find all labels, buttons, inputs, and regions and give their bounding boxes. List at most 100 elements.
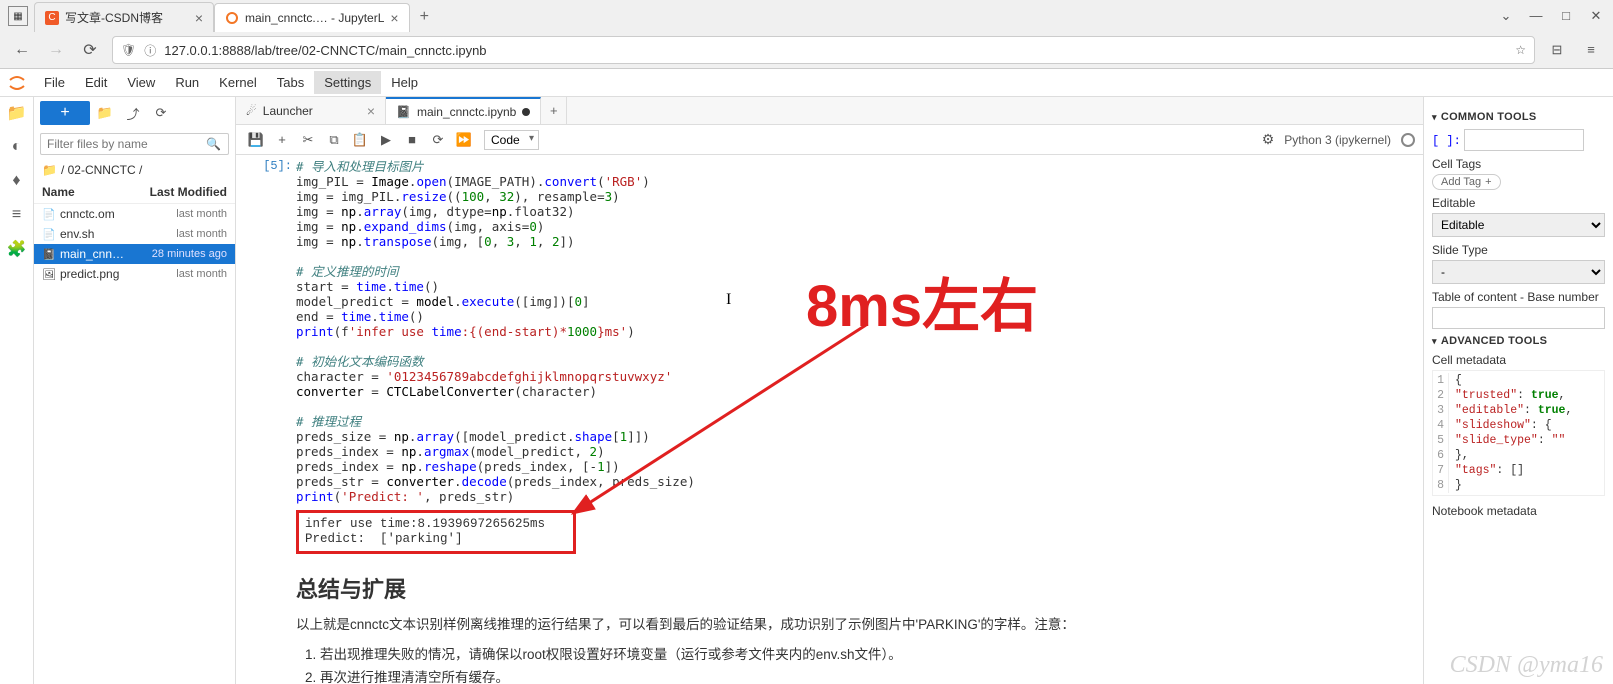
- tab-launcher[interactable]: ☄ Launcher ×: [236, 97, 386, 124]
- add-tag-button[interactable]: Add Tag +: [1432, 174, 1501, 190]
- dirty-indicator-icon: [522, 108, 530, 116]
- shield-icon: 🛡: [121, 43, 136, 57]
- extensions-icon[interactable]: 🧩: [7, 239, 27, 259]
- file-name: main_cnn…: [60, 247, 148, 261]
- copy-icon[interactable]: ⧉: [322, 128, 346, 152]
- file-modified: last month: [176, 268, 227, 280]
- notebook-icon: 📓: [396, 105, 411, 119]
- window-close-icon[interactable]: ✕: [1587, 8, 1605, 24]
- cell-slot-icon: [ ]:: [1432, 134, 1461, 148]
- paste-icon[interactable]: 📋: [348, 128, 372, 152]
- cell-type-select[interactable]: Code: [484, 130, 539, 150]
- add-cell-icon[interactable]: +: [270, 128, 294, 152]
- notebook-toolbar: 💾 + ✂ ⧉ 📋 ▶ ■ ⟳ ⏩ Code ⚙ Python 3 (ipyke…: [236, 125, 1423, 155]
- cut-icon[interactable]: ✂: [296, 128, 320, 152]
- git-icon[interactable]: ♦: [7, 171, 27, 191]
- stop-icon[interactable]: ■: [400, 128, 424, 152]
- menu-kernel[interactable]: Kernel: [209, 71, 267, 94]
- window-min-icon[interactable]: —: [1527, 8, 1545, 24]
- file-filter: 🔍: [34, 129, 235, 159]
- editable-select[interactable]: Editable: [1432, 213, 1605, 237]
- col-name[interactable]: Name: [42, 185, 150, 199]
- code-cell[interactable]: [5]: # 导入和处理目标图片 img_PIL = Image.open(IM…: [296, 159, 1343, 554]
- file-row[interactable]: 📓 main_cnn… 28 minutes ago: [34, 244, 235, 264]
- file-row[interactable]: 📄 cnnctc.om last month: [34, 204, 235, 224]
- menu-icon[interactable]: ≡: [1579, 42, 1603, 58]
- file-name: cnnctc.om: [60, 207, 172, 221]
- browser-tab-csdn[interactable]: C 写文章-CSDN博客 ×: [34, 2, 214, 32]
- advanced-tools-header[interactable]: ADVANCED TOOLS: [1432, 335, 1605, 347]
- col-modified[interactable]: Last Modified: [150, 185, 227, 199]
- toc-label: Table of content - Base number: [1432, 290, 1605, 304]
- file-browser: + 📁 ⤴ ⟳ 🔍 📁 / 02-CNNCTC / Name Last Modi…: [34, 97, 236, 684]
- run-icon[interactable]: ▶: [374, 128, 398, 152]
- menu-tabs[interactable]: Tabs: [267, 71, 314, 94]
- gpu-icon[interactable]: ⚙: [1262, 131, 1275, 148]
- plus-icon: +: [1485, 176, 1491, 188]
- window-dropdown-icon[interactable]: ⌄: [1497, 8, 1515, 24]
- toc-icon[interactable]: ≡: [7, 205, 27, 225]
- menu-edit[interactable]: Edit: [75, 71, 117, 94]
- cell-prompt: [5]:: [242, 159, 292, 173]
- kernel-name[interactable]: Python 3 (ipykernel): [1284, 133, 1391, 147]
- breadcrumb[interactable]: 📁 / 02-CNNCTC /: [34, 159, 235, 181]
- new-tab-button[interactable]: +: [410, 2, 439, 32]
- slide-type-label: Slide Type: [1432, 243, 1605, 257]
- slide-type-select[interactable]: -: [1432, 260, 1605, 284]
- menu-view[interactable]: View: [117, 71, 165, 94]
- breadcrumb-path: / 02-CNNCTC /: [61, 163, 142, 177]
- nav-reload-button[interactable]: ⟳: [78, 38, 102, 62]
- launcher-icon: ☄: [246, 104, 257, 118]
- tab-notebook[interactable]: 📓 main_cnnctc.ipynb: [386, 97, 541, 124]
- main-area: ☄ Launcher × 📓 main_cnnctc.ipynb + 💾 + ✂…: [236, 97, 1423, 684]
- folder-icon[interactable]: 📁: [7, 103, 27, 123]
- cell-metadata-json[interactable]: 1{2 "trusted": true,3 "editable": true,4…: [1432, 370, 1605, 496]
- nav-forward-button[interactable]: →: [44, 38, 68, 62]
- jupyter-logo-icon[interactable]: [6, 72, 28, 94]
- bookmark-icon[interactable]: ☆: [1515, 43, 1526, 57]
- restart-icon[interactable]: ⟳: [426, 128, 450, 152]
- kernel-status-icon[interactable]: [1401, 133, 1415, 147]
- refresh-icon[interactable]: ⟳: [148, 101, 174, 125]
- url-field[interactable]: 🛡 ⓘ 127.0.0.1:8888/lab/tree/02-CNNCTC/ma…: [112, 36, 1535, 64]
- window-max-icon[interactable]: □: [1557, 8, 1575, 24]
- pocket-icon[interactable]: ⊟: [1545, 42, 1569, 58]
- markdown-paragraph: 以上就是cnnctc文本识别样例离线推理的运行结果了，可以看到最后的验证结果，成…: [296, 614, 1343, 636]
- running-icon[interactable]: ◐: [7, 137, 27, 157]
- common-tools-header[interactable]: COMMON TOOLS: [1432, 111, 1605, 123]
- menu-run[interactable]: Run: [165, 71, 209, 94]
- jupyter-favicon-icon: [225, 11, 239, 25]
- file-filter-input[interactable]: [40, 133, 229, 155]
- browser-tab-jupyter[interactable]: main_cnnctc.… - JupyterL ×: [214, 3, 410, 32]
- slot-input[interactable]: [1464, 129, 1584, 151]
- window-controls: ⌄ — □ ✕: [1497, 8, 1605, 24]
- app-menu-icon[interactable]: ▦: [8, 6, 28, 26]
- notebook-content[interactable]: [5]: # 导入和处理目标图片 img_PIL = Image.open(IM…: [236, 155, 1423, 684]
- list-item: 若出现推理失败的情况，请确保以root权限设置好环境变量（运行或参考文件夹内的e…: [320, 644, 1343, 667]
- toc-input[interactable]: [1432, 307, 1605, 329]
- tab-title: Launcher: [263, 104, 361, 118]
- tab-close-icon[interactable]: ×: [390, 10, 398, 26]
- nav-back-button[interactable]: ←: [10, 38, 34, 62]
- new-launcher-button[interactable]: +: [40, 101, 90, 125]
- save-icon[interactable]: 💾: [244, 128, 268, 152]
- info-icon: ⓘ: [144, 42, 156, 59]
- upload-icon[interactable]: ⤴: [120, 101, 146, 125]
- add-tab-button[interactable]: +: [541, 97, 567, 124]
- file-row[interactable]: 🖼 predict.png last month: [34, 264, 235, 284]
- menu-help[interactable]: Help: [381, 71, 428, 94]
- menu-file[interactable]: File: [34, 71, 75, 94]
- image-icon: 🖼: [42, 268, 56, 281]
- tab-close-icon[interactable]: ×: [195, 10, 203, 26]
- file-name: env.sh: [60, 227, 172, 241]
- run-all-icon[interactable]: ⏩: [452, 128, 476, 152]
- cell-output: infer use time:8.1939697265625ms Predict…: [296, 510, 576, 554]
- workspace: 📁 ◐ ♦ ≡ 🧩 + 📁 ⤴ ⟳ 🔍 📁 / 02-CNNCTC: [0, 97, 1613, 684]
- file-row[interactable]: 📄 env.sh last month: [34, 224, 235, 244]
- close-icon[interactable]: ×: [367, 103, 375, 119]
- code-block[interactable]: # 导入和处理目标图片 img_PIL = Image.open(IMAGE_P…: [296, 159, 1343, 504]
- new-folder-icon[interactable]: 📁: [92, 101, 118, 125]
- menu-settings[interactable]: Settings: [314, 71, 381, 94]
- file-icon: 📄: [42, 208, 56, 221]
- document-tabs: ☄ Launcher × 📓 main_cnnctc.ipynb +: [236, 97, 1423, 125]
